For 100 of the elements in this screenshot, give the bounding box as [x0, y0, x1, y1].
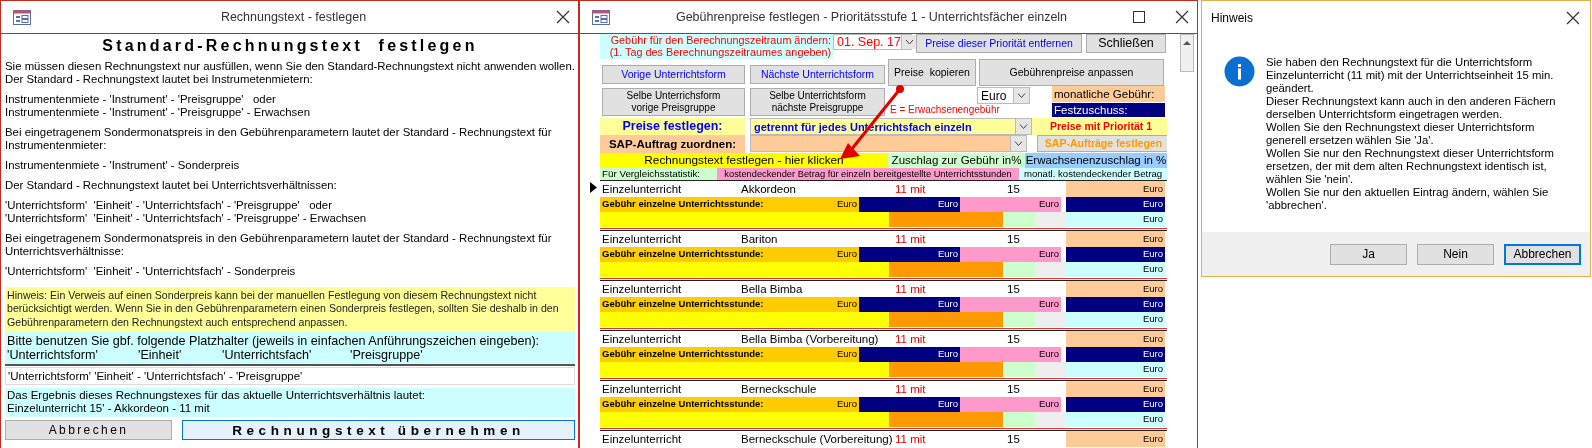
amount-cell[interactable]: Euro	[960, 297, 1061, 312]
dropdown-icon[interactable]	[1015, 119, 1031, 134]
input-cell[interactable]	[1003, 262, 1035, 277]
dropdown-icon[interactable]	[1010, 136, 1026, 151]
price-group-button[interactable]: Selbe Unterrichtsform nächste Preisgruppe	[750, 88, 885, 116]
dropdown-icon[interactable]	[1013, 88, 1029, 103]
form-cell-text: Einzelunterricht	[601, 181, 683, 197]
amount-cell[interactable]: Euro	[1066, 431, 1165, 447]
fee-label: Gebühr einzelne Unterrichtsstunde:	[602, 399, 764, 410]
form-cell-text: Einzelunterricht	[601, 381, 683, 397]
dialog-button[interactable]: Ja	[1330, 243, 1407, 265]
lesson-cell-text: 11 mit	[894, 281, 927, 297]
invoice-text-field[interactable]: 'Unterrichtsform' 'Einheit' - 'Unterrichtsfach' - 'Preisgruppe'	[5, 367, 575, 385]
close-icon[interactable]	[556, 10, 570, 24]
sap-order-field[interactable]	[750, 135, 1027, 152]
input-cell[interactable]	[600, 312, 889, 327]
amount-cell[interactable]: Euro	[1066, 197, 1165, 212]
input-cell[interactable]	[889, 212, 1003, 227]
adult-fee-note: E = Erwachsenengebühr	[889, 104, 1001, 115]
amount-cell[interactable]: Euro	[1066, 181, 1165, 197]
input-cell[interactable]	[1035, 312, 1066, 327]
dialog-button[interactable]: Nein	[1417, 243, 1494, 265]
amount-cell[interactable]: Euro	[859, 197, 960, 212]
form-icon	[13, 9, 31, 25]
info-text: Instrumentenmiete - 'Instrument' - 'Preisgruppe' oder Instrumentenmiete - 'Instrument' - 'Preisgruppe' - Erwachsen	[5, 93, 311, 119]
amount-cell[interactable]: Euro	[1066, 347, 1165, 362]
amount-cell[interactable]: Euro	[859, 347, 960, 362]
info-text: Sie müssen diesen Rechnungstext nur ausfüllen, wenn Sie den Standard-Rechnungstext nicht anwenden wollen. Der Standard - Rechnungstext lautet bei Instrumetenmietern:	[5, 60, 575, 86]
record-row[interactable]: Einzelunterricht Berneckschule 11 mit 15 Euro Gebühr einzelne Unterrichtsstunde: Euro Euro Euro Euro Euro	[600, 380, 1167, 430]
maximize-icon[interactable]	[1133, 11, 1145, 23]
record-row[interactable]: Einzelunterricht Bella Bimba (Vorbereitung) 11 mit 15 Euro Gebühr einzelne Unterrichtsstunde: Euro Euro Euro Euro Euro	[600, 330, 1167, 380]
fee-cell[interactable]: Gebühr einzelne Unterrichtsstunde: Euro	[600, 297, 859, 312]
scrollbar[interactable]	[1180, 34, 1194, 72]
amount-cell[interactable]: Euro	[1066, 397, 1165, 412]
remove-prices-button[interactable]: Preise dieser Priorität entfernen	[916, 34, 1082, 53]
input-cell[interactable]	[1035, 362, 1066, 377]
record-row[interactable]: Einzelunterricht Bariton 11 mit 15 Euro Gebühr einzelne Unterrichtsstunde: Euro Euro Euro Euro Euro	[600, 230, 1167, 280]
amount-cell[interactable]: Euro	[859, 247, 960, 262]
record-selector-icon[interactable]	[590, 182, 597, 193]
price-group-button[interactable]: Selbe Unterrichsform vorige Preisgruppe	[602, 88, 745, 116]
form-heading: Standard-Rechnungstext festlegen	[101, 36, 479, 56]
amount-cell[interactable]: Euro	[1066, 381, 1165, 397]
input-cell[interactable]	[1035, 212, 1066, 227]
record-row[interactable]: Einzelunterricht Akkordeon 11 mit 15 Euro Gebühr einzelne Unterrichtsstunde: Euro Euro Euro Euro Euro	[600, 180, 1167, 230]
input-cell[interactable]	[1003, 212, 1035, 227]
form-cell-text: Einzelunterricht	[601, 431, 683, 447]
previous-form-button[interactable]: Vorige Unterrichtsform	[602, 65, 745, 84]
amount-cell[interactable]: Euro	[960, 397, 1061, 412]
amount-cell[interactable]: Euro	[1066, 262, 1165, 277]
dropdown-icon[interactable]	[900, 35, 917, 49]
subject-cell-text: Bariton	[740, 231, 779, 247]
unit-cell-text: 15	[1006, 331, 1021, 347]
amount-cell[interactable]: Euro	[1066, 312, 1165, 327]
input-cell[interactable]	[600, 412, 889, 427]
info-text: 'Unterrichtsform' 'Einheit' - 'Unterrichtsfach' - 'Preisgruppe' oder 'Unterrichtsform' 'Einheit' - 'Unterrichtsfach' - 'Preisgruppe' - Erwachsen	[5, 199, 368, 225]
close-icon[interactable]	[1566, 11, 1580, 25]
input-cell[interactable]	[889, 312, 1003, 327]
copy-prices-button[interactable]: Preise kopieren	[888, 59, 976, 86]
fee-cell[interactable]: Gebühr einzelne Unterrichtsstunde: Euro	[600, 247, 859, 262]
input-cell[interactable]	[889, 362, 1003, 377]
amount-cell[interactable]: Euro	[859, 297, 960, 312]
input-cell[interactable]	[1003, 312, 1035, 327]
invoice-text-link[interactable]: Rechnungstext festlegen - hier klicken	[600, 153, 888, 168]
amount-cell[interactable]: Euro	[1066, 212, 1165, 227]
input-cell[interactable]	[600, 212, 889, 227]
apply-button[interactable]: Rechnungstext übernehmen	[182, 420, 575, 440]
amount-cell[interactable]: Euro	[1066, 247, 1165, 262]
adjust-prices-button[interactable]: Gebührenpreise anpassen	[979, 59, 1164, 86]
cancel-button[interactable]: Abbrechen	[5, 420, 172, 440]
input-cell[interactable]	[1035, 412, 1066, 427]
placeholder-label: 'Einheit'	[138, 348, 183, 362]
input-cell[interactable]	[600, 362, 889, 377]
amount-cell[interactable]: Euro	[1066, 362, 1165, 377]
amount-cell[interactable]: Euro	[1066, 331, 1165, 347]
amount-cell[interactable]: Euro	[859, 397, 960, 412]
amount-cell[interactable]: Euro	[960, 197, 1061, 212]
close-icon[interactable]	[1175, 10, 1189, 24]
fee-cell[interactable]: Gebühr einzelne Unterrichtsstunde: Euro	[600, 397, 859, 412]
input-cell[interactable]	[600, 262, 889, 277]
amount-cell[interactable]: Euro	[1066, 231, 1165, 247]
amount-cell[interactable]: Euro	[1066, 297, 1165, 312]
dialog-button[interactable]: Abbrechen	[1504, 243, 1581, 265]
close-button[interactable]: Schließen	[1086, 34, 1166, 53]
placeholder-intro: Bitte benutzen Sie gbf. folgende Platzhalter (jeweils in einfachen Anführungszeichen eingeben):	[7, 334, 541, 348]
record-row[interactable]: Einzelunterricht Berneckschule (Vorbereitung) 11 mit 15 Euro	[600, 430, 1167, 448]
input-cell[interactable]	[1003, 362, 1035, 377]
record-row[interactable]: Einzelunterricht Bella Bimba 11 mit 15 Euro Gebühr einzelne Unterrichtsstunde: Euro Euro Euro Euro Euro	[600, 280, 1167, 330]
input-cell[interactable]	[889, 262, 1003, 277]
amount-cell[interactable]: Euro	[960, 247, 1061, 262]
input-cell[interactable]	[1035, 262, 1066, 277]
amount-cell[interactable]: Euro	[1066, 281, 1165, 297]
input-cell[interactable]	[1003, 412, 1035, 427]
fee-cell[interactable]: Gebühr einzelne Unterrichtsstunde: Euro	[600, 197, 859, 212]
currency-field[interactable]: Euro	[977, 87, 1030, 104]
currency-label: Euro	[836, 249, 857, 260]
amount-cell[interactable]: Euro	[1066, 412, 1165, 427]
input-cell[interactable]	[889, 412, 1003, 427]
amount-cell[interactable]: Euro	[960, 347, 1061, 362]
fee-cell[interactable]: Gebühr einzelne Unterrichtsstunde: Euro	[600, 347, 859, 362]
next-form-button[interactable]: Nächste Unterrichtsform	[750, 65, 885, 84]
